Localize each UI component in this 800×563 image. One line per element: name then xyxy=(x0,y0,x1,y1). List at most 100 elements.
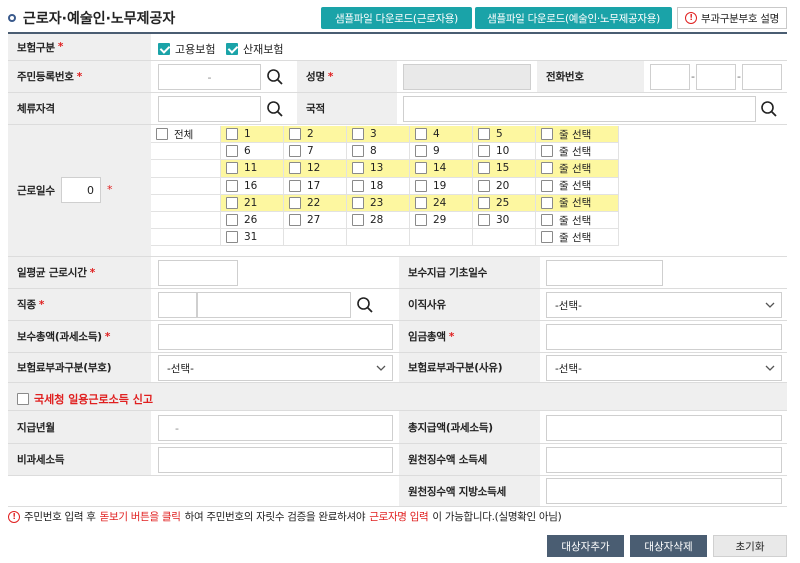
row-select-checkbox[interactable]: 줄 선택 xyxy=(536,194,619,212)
checkbox-unchecked-icon xyxy=(541,231,553,244)
phone-part1-input[interactable] xyxy=(650,64,690,90)
day-checkbox-21[interactable]: 21 xyxy=(221,194,284,212)
employment-insurance-checkbox[interactable]: 고용보험 xyxy=(158,41,215,57)
phone-part2-input[interactable] xyxy=(696,64,736,90)
day-checkbox-24[interactable]: 24 xyxy=(410,194,473,212)
checkbox-unchecked-icon xyxy=(352,214,364,227)
total-payment-input[interactable] xyxy=(546,415,782,441)
reset-button[interactable]: 초기화 xyxy=(713,535,787,557)
day-checkbox-13[interactable]: 13 xyxy=(347,160,410,178)
day-checkbox-4[interactable]: 4 xyxy=(410,126,473,144)
select-all-checkbox[interactable]: 전체 xyxy=(151,126,221,144)
day-checkbox-25[interactable]: 25 xyxy=(473,194,536,212)
row-select-checkbox[interactable]: 줄 선택 xyxy=(536,160,619,178)
checkbox-unchecked-icon xyxy=(17,393,29,405)
day-checkbox-8[interactable]: 8 xyxy=(347,143,410,161)
day-checkbox-16[interactable]: 16 xyxy=(221,177,284,195)
name-input[interactable] xyxy=(403,64,531,90)
stay-status-input[interactable] xyxy=(158,96,261,122)
row-select-checkbox[interactable]: 줄 선택 xyxy=(536,229,619,247)
day-checkbox-1[interactable]: 1 xyxy=(221,126,284,144)
day-checkbox-5[interactable]: 5 xyxy=(473,126,536,144)
grid-spacer xyxy=(151,160,221,178)
day-checkbox-19[interactable]: 19 xyxy=(410,177,473,195)
day-checkbox-27[interactable]: 27 xyxy=(284,211,347,230)
day-label: 9 xyxy=(433,145,440,158)
rrn-input[interactable]: - xyxy=(158,64,261,90)
day-checkbox-3[interactable]: 3 xyxy=(347,126,410,144)
day-checkbox-9[interactable]: 9 xyxy=(410,143,473,161)
premium-code-info-button[interactable]: ! 부과구분부호 설명 xyxy=(677,7,787,29)
day-checkbox-11[interactable]: 11 xyxy=(221,160,284,178)
checkbox-unchecked-icon xyxy=(289,214,301,227)
form-bottom-border xyxy=(8,506,787,507)
stay-status-search-button[interactable] xyxy=(264,98,286,120)
pay-month-input[interactable]: - xyxy=(158,415,393,441)
accident-insurance-label: 산재보험 xyxy=(243,43,284,56)
work-days-count: 0 xyxy=(61,177,101,203)
checkbox-unchecked-icon xyxy=(478,196,490,209)
accident-insurance-checkbox[interactable]: 산재보험 xyxy=(226,41,283,57)
total-wage-input[interactable] xyxy=(546,324,782,350)
phone-part3-input[interactable] xyxy=(742,64,782,90)
row-select-checkbox[interactable]: 줄 선택 xyxy=(536,143,619,161)
search-icon xyxy=(267,69,283,85)
nationality-label: 국적 xyxy=(297,93,397,125)
row-select-checkbox[interactable]: 줄 선택 xyxy=(536,211,619,230)
day-checkbox-14[interactable]: 14 xyxy=(410,160,473,178)
day-label: 5 xyxy=(496,128,503,141)
work-days-grid: 전체 1 2 3 4 5 줄 선택 6 7 8 9 10 줄 선택 11 12 13 14 15 줄 선택 16 17 1… xyxy=(151,126,619,247)
day-checkbox-23[interactable]: 23 xyxy=(347,194,410,212)
day-checkbox-31[interactable]: 31 xyxy=(221,229,284,247)
day-checkbox-30[interactable]: 30 xyxy=(473,211,536,230)
row-select-checkbox[interactable]: 줄 선택 xyxy=(536,126,619,144)
checkbox-unchecked-icon xyxy=(541,145,553,158)
search-icon xyxy=(761,101,777,117)
sample-download-artist-button[interactable]: 샘플파일 다운로드(예술인·노무제공자용) xyxy=(475,7,672,29)
leave-reason-select[interactable]: -선택- xyxy=(546,292,782,318)
chevron-down-icon xyxy=(765,302,775,308)
nontax-input[interactable] xyxy=(158,447,393,473)
day-label: 16 xyxy=(244,179,258,192)
job-name-input[interactable] xyxy=(197,292,351,318)
income-tax-input[interactable] xyxy=(546,447,782,473)
day-checkbox-10[interactable]: 10 xyxy=(473,143,536,161)
day-checkbox-2[interactable]: 2 xyxy=(284,126,347,144)
job-search-button[interactable] xyxy=(354,294,376,316)
nts-report-checkbox[interactable]: 국세청 일용근로소득 신고 xyxy=(17,391,153,407)
page-title-text: 근로자·예술인·노무제공자 xyxy=(23,11,176,27)
day-label: 12 xyxy=(307,162,321,175)
delete-target-button[interactable]: 대상자삭제 xyxy=(630,535,707,557)
day-checkbox-18[interactable]: 18 xyxy=(347,177,410,195)
row-select-label: 줄 선택 xyxy=(559,231,592,244)
day-checkbox-20[interactable]: 20 xyxy=(473,177,536,195)
grid-empty-cell xyxy=(284,229,347,247)
premium-code-select[interactable]: -선택- xyxy=(158,355,393,381)
day-checkbox-22[interactable]: 22 xyxy=(284,194,347,212)
checkbox-unchecked-icon xyxy=(226,179,238,192)
add-target-button[interactable]: 대상자추가 xyxy=(547,535,624,557)
day-checkbox-28[interactable]: 28 xyxy=(347,211,410,230)
total-pay-input[interactable] xyxy=(158,324,393,350)
job-code-input[interactable] xyxy=(158,292,197,318)
day-label: 4 xyxy=(433,128,440,141)
chevron-down-icon xyxy=(765,365,775,371)
nationality-search-button[interactable] xyxy=(758,98,780,120)
day-checkbox-26[interactable]: 26 xyxy=(221,211,284,230)
local-tax-input[interactable] xyxy=(546,478,782,504)
sample-download-worker-button[interactable]: 샘플파일 다운로드(근로자용) xyxy=(321,7,472,29)
day-checkbox-6[interactable]: 6 xyxy=(221,143,284,161)
nationality-input[interactable] xyxy=(403,96,756,122)
day-checkbox-17[interactable]: 17 xyxy=(284,177,347,195)
pay-base-days-input[interactable] xyxy=(546,260,663,286)
day-checkbox-29[interactable]: 29 xyxy=(410,211,473,230)
rrn-search-button[interactable] xyxy=(264,66,286,88)
row-select-checkbox[interactable]: 줄 선택 xyxy=(536,177,619,195)
day-checkbox-12[interactable]: 12 xyxy=(284,160,347,178)
search-icon xyxy=(267,101,283,117)
avg-hours-input[interactable] xyxy=(158,260,238,286)
premium-reason-select[interactable]: -선택- xyxy=(546,355,782,381)
day-checkbox-7[interactable]: 7 xyxy=(284,143,347,161)
day-checkbox-15[interactable]: 15 xyxy=(473,160,536,178)
day-label: 31 xyxy=(244,231,258,244)
